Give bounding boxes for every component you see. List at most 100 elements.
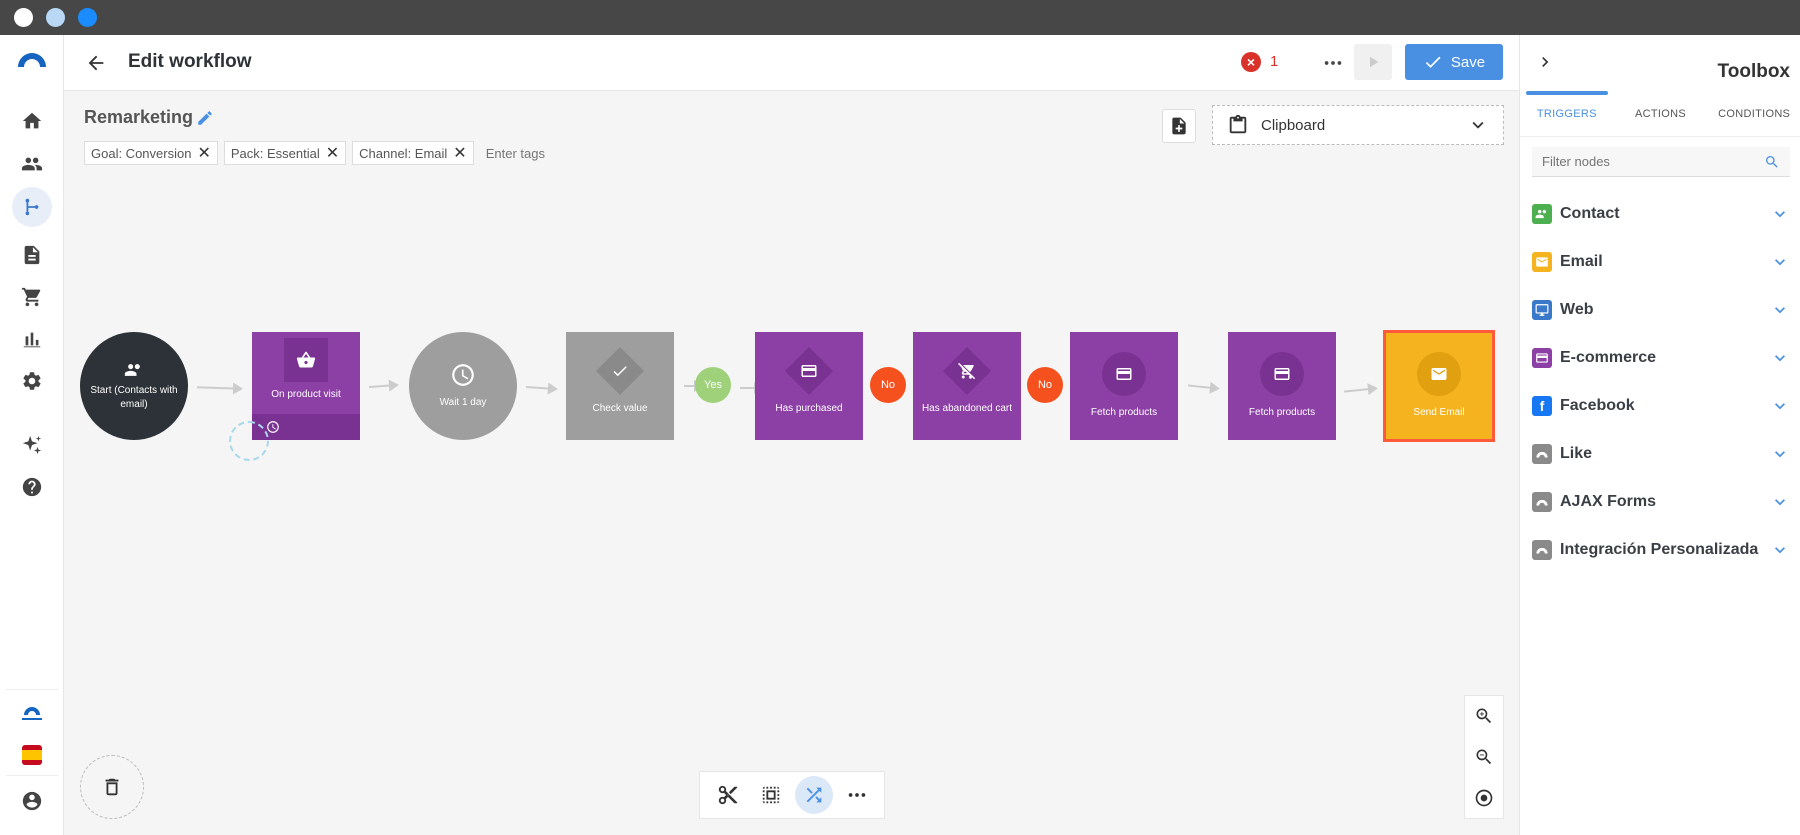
tag-label: Pack: Essential <box>230 145 320 161</box>
collapse-toolbox-button[interactable] <box>1534 51 1556 73</box>
node-label: Wait 1 day <box>439 397 487 408</box>
home-icon <box>22 112 42 129</box>
workflow-node-condition[interactable]: Check value <box>566 332 674 440</box>
workflow-node-start[interactable]: Start (Contacts with email) <box>80 332 188 440</box>
contacts-icon <box>1532 204 1552 224</box>
connection-arrow <box>368 384 398 388</box>
workflow-node-trigger[interactable]: On product visit <box>252 332 360 440</box>
spain-flag-icon[interactable] <box>22 745 42 765</box>
zoom-out-button[interactable] <box>1465 737 1503 778</box>
delete-node-dropzone[interactable] <box>80 755 144 819</box>
connection-arrow <box>1187 384 1219 390</box>
error-icon[interactable]: × <box>1241 52 1261 72</box>
tag-chip: Channel: Email ✕ <box>352 141 474 165</box>
cart-icon <box>21 287 41 307</box>
remove-tag-icon[interactable]: ✕ <box>197 143 210 163</box>
zoom-in-icon <box>1476 708 1492 724</box>
category-label: AJAX Forms <box>1560 493 1657 510</box>
add-to-clipboard-button[interactable] <box>1162 109 1196 143</box>
cut-button[interactable] <box>709 776 747 814</box>
connector-badge-yes[interactable]: Yes <box>695 367 731 403</box>
filter-nodes-input[interactable] <box>1542 154 1764 169</box>
node-label: Check value <box>592 403 648 414</box>
remove-tag-icon[interactable]: ✕ <box>326 143 339 163</box>
category-ecommerce[interactable]: E-commerce <box>1532 343 1790 373</box>
toolbox-panel: Toolbox TRIGGERS ACTIONS CONDITIONS Cont… <box>1519 35 1800 835</box>
help-icon <box>22 477 42 497</box>
category-web[interactable]: Web <box>1532 295 1790 325</box>
sidebar-item-home[interactable] <box>18 107 46 135</box>
category-like[interactable]: Like <box>1532 439 1790 469</box>
card-icon <box>801 365 817 377</box>
node-icon-circle <box>1102 352 1146 396</box>
connector-badge-no[interactable]: No <box>870 367 906 403</box>
sidebar-item-workflows[interactable] <box>12 187 52 227</box>
workflow-node-action[interactable]: Fetch products <box>1228 332 1336 440</box>
sidebar-item-content[interactable] <box>18 241 46 269</box>
chevron-down-icon <box>1775 355 1785 362</box>
sidebar-item-contacts[interactable] <box>18 150 46 178</box>
user-account-button[interactable] <box>18 787 46 815</box>
workflow-name: Remarketing <box>84 107 194 127</box>
save-button[interactable]: Save <box>1405 44 1503 80</box>
node-icon-circle <box>1417 352 1461 396</box>
chevron-right-icon <box>1542 57 1549 67</box>
tags-input[interactable] <box>485 145 606 161</box>
workflow-node-condition[interactable]: Has abandoned cart <box>913 332 1021 440</box>
save-button-label: Save <box>1450 53 1486 71</box>
toolbox-tabs: TRIGGERS ACTIONS CONDITIONS <box>1520 91 1800 137</box>
workflow-node-wait[interactable]: Wait 1 day <box>409 332 517 440</box>
chevron-down-icon <box>1775 259 1785 266</box>
workflow-icon <box>25 198 39 216</box>
clock-icon <box>267 421 279 433</box>
connector-badge-no[interactable]: No <box>1027 367 1063 403</box>
tab-triggers[interactable]: TRIGGERS <box>1520 91 1614 136</box>
category-ajax-forms[interactable]: AJAX Forms <box>1532 487 1790 517</box>
category-email[interactable]: Email <box>1532 247 1790 277</box>
tab-conditions[interactable]: CONDITIONS <box>1707 91 1800 136</box>
tab-actions[interactable]: ACTIONS <box>1614 91 1708 136</box>
category-facebook[interactable]: f Facebook <box>1532 391 1790 421</box>
connection-arrow <box>196 386 242 390</box>
brand-logo[interactable] <box>16 49 48 69</box>
back-button[interactable] <box>82 49 110 77</box>
node-label: Send Email <box>1413 407 1465 418</box>
category-label: Email <box>1560 253 1603 270</box>
zoom-controls <box>1464 695 1504 819</box>
loop-connector <box>229 421 269 461</box>
remove-tag-icon[interactable]: ✕ <box>453 143 466 163</box>
workflow-node-action[interactable]: Fetch products <box>1070 332 1178 440</box>
sidebar-item-ai[interactable] <box>18 431 46 459</box>
select-area-button[interactable] <box>752 776 790 814</box>
gear-icon <box>23 372 41 390</box>
run-button[interactable] <box>1354 44 1392 80</box>
auto-layout-button[interactable] <box>794 776 833 814</box>
mail-icon <box>1431 368 1447 380</box>
sidebar-item-reports[interactable] <box>18 325 46 353</box>
shuffle-icon <box>806 787 821 803</box>
workflow-node-condition[interactable]: Has purchased <box>755 332 863 440</box>
window-maximize-dot[interactable] <box>78 8 97 27</box>
toolbar-more-button[interactable] <box>838 776 876 814</box>
clipboard-dropdown[interactable]: Clipboard <box>1212 105 1504 145</box>
center-view-button[interactable] <box>1465 777 1503 818</box>
node-label: Fetch products <box>1090 407 1158 418</box>
workflow-node-send-email[interactable]: Send Email <box>1383 330 1495 442</box>
window-close-dot[interactable] <box>14 8 33 27</box>
search-icon[interactable] <box>1764 154 1780 170</box>
sidebar-item-settings[interactable] <box>18 367 46 395</box>
window-minimize-dot[interactable] <box>46 8 65 27</box>
connectif-badge <box>18 703 46 723</box>
node-diamond <box>595 346 645 396</box>
edit-name-button[interactable] <box>196 109 214 127</box>
clock-icon <box>452 364 474 386</box>
category-label: Like <box>1560 445 1593 462</box>
sidebar-item-help[interactable] <box>18 473 46 501</box>
zoom-in-button[interactable] <box>1465 696 1503 737</box>
error-count[interactable]: 1 <box>1270 53 1278 70</box>
sidebar-item-ecommerce[interactable] <box>18 283 46 311</box>
more-options-button[interactable] <box>1319 49 1347 77</box>
workflow-canvas[interactable]: Remarketing Goal: Conversion ✕ Pack: Esse… <box>64 91 1519 835</box>
category-contact[interactable]: Contact <box>1532 199 1790 229</box>
category-custom-integration[interactable]: Integración Personalizada <box>1532 535 1790 565</box>
